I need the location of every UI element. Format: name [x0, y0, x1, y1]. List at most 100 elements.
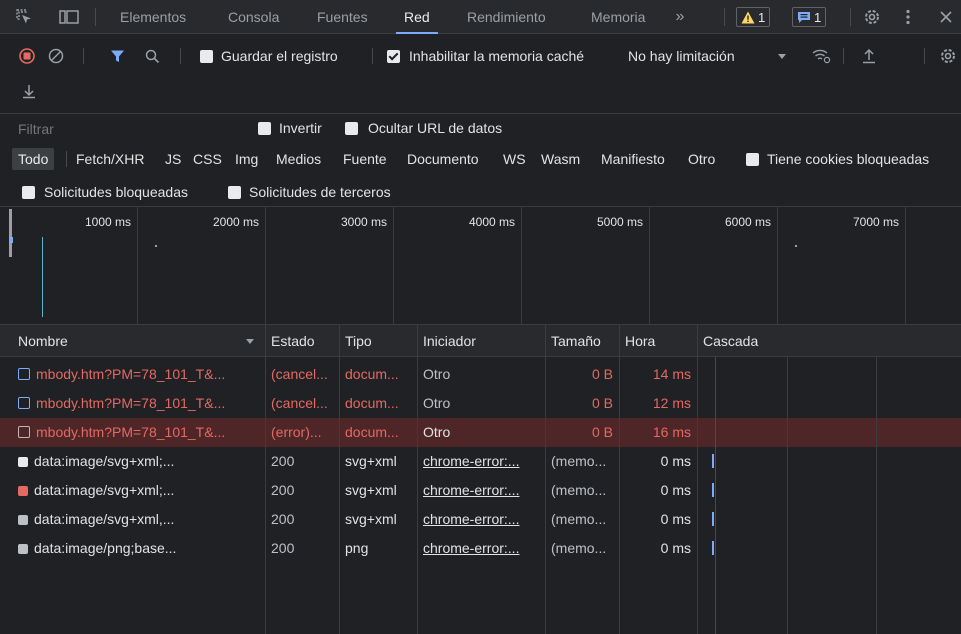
- tab-sources[interactable]: Fuentes: [317, 0, 368, 34]
- message-icon: [798, 11, 810, 23]
- request-name: data:image/svg+xml;...: [34, 453, 175, 469]
- network-settings-gear-icon[interactable]: [938, 46, 958, 66]
- timeline-request-bar: [9, 237, 13, 243]
- table-row[interactable]: data:image/svg+xml;... 200 svg+xml chrom…: [0, 476, 961, 505]
- column-header-type[interactable]: Tipo: [339, 325, 417, 357]
- request-status: 200: [271, 540, 295, 556]
- tab-elements[interactable]: Elementos: [120, 0, 186, 34]
- request-initiator-link[interactable]: chrome-error:...: [417, 447, 545, 476]
- request-initiator: Otro: [423, 395, 451, 411]
- request-type: docum...: [345, 395, 399, 411]
- type-filter-document[interactable]: Documento: [407, 151, 479, 167]
- timeline-tick: 5000 ms: [597, 215, 644, 229]
- preserve-log-checkbox[interactable]: [200, 50, 213, 63]
- search-icon[interactable]: [143, 47, 161, 65]
- tab-performance[interactable]: Rendimiento: [467, 0, 546, 34]
- tab-memory[interactable]: Memoria: [591, 0, 645, 34]
- type-filter-media[interactable]: Medios: [276, 151, 321, 167]
- request-size: (memo...: [551, 482, 607, 498]
- network-toolbar: Guardar el registro Inhabilitar la memor…: [0, 34, 961, 114]
- disable-cache-checkbox[interactable]: [387, 50, 400, 63]
- timeline-overview[interactable]: 1000 ms 2000 ms 3000 ms 4000 ms 5000 ms …: [0, 207, 961, 325]
- table-row[interactable]: mbody.htm?PM=78_101_T&... (cancel... doc…: [0, 360, 961, 389]
- table-row[interactable]: mbody.htm?PM=78_101_T&... (cancel... doc…: [0, 389, 961, 418]
- settings-gear-icon[interactable]: [862, 7, 882, 27]
- column-header-waterfall[interactable]: Cascada: [697, 325, 961, 357]
- request-name: mbody.htm?PM=78_101_T&...: [36, 366, 226, 382]
- column-header-time[interactable]: Hora: [619, 325, 697, 357]
- type-filter-ws[interactable]: WS: [503, 151, 526, 167]
- filter-bar: Invertir Ocultar URL de datos Todo Fetch…: [0, 114, 961, 207]
- table-row[interactable]: data:image/svg+xml,... 200 svg+xml chrom…: [0, 505, 961, 534]
- clear-icon[interactable]: [47, 47, 65, 65]
- request-type: svg+xml: [345, 482, 397, 498]
- blocked-cookies-label: Tiene cookies bloqueadas: [767, 151, 930, 167]
- request-type: docum...: [345, 366, 399, 382]
- export-har-icon[interactable]: [20, 81, 38, 101]
- column-header-initiator[interactable]: Iniciador: [417, 325, 545, 357]
- invert-checkbox[interactable]: [258, 122, 271, 135]
- sort-descending-icon[interactable]: [244, 335, 256, 347]
- more-tabs-icon[interactable]: »: [670, 7, 690, 27]
- hide-data-urls-checkbox[interactable]: [345, 122, 358, 135]
- type-filter-manifest[interactable]: Manifiesto: [601, 151, 665, 167]
- document-icon: [18, 397, 30, 409]
- inspect-element-icon[interactable]: [14, 7, 34, 27]
- devtools-tab-bar: Elementos Consola Fuentes Red Rendimient…: [0, 0, 961, 34]
- column-header-size[interactable]: Tamaño: [545, 325, 619, 357]
- type-filter-img[interactable]: Img: [235, 151, 258, 167]
- import-har-icon[interactable]: [860, 46, 878, 66]
- request-type: docum...: [345, 424, 399, 440]
- tab-console[interactable]: Consola: [228, 0, 279, 34]
- request-name: mbody.htm?PM=78_101_T&...: [36, 395, 226, 411]
- network-conditions-wifi-icon[interactable]: [810, 46, 832, 66]
- column-header-name[interactable]: Nombre: [12, 325, 262, 357]
- timeline-tick: 6000 ms: [725, 215, 772, 229]
- request-name: mbody.htm?PM=78_101_T&...: [36, 424, 226, 440]
- blocked-requests-checkbox[interactable]: [22, 186, 35, 199]
- tab-network[interactable]: Red: [396, 0, 438, 34]
- waterfall-bar: [712, 483, 714, 497]
- type-filter-all[interactable]: Todo: [12, 148, 55, 170]
- record-stop-icon[interactable]: [18, 47, 36, 65]
- more-options-icon[interactable]: [900, 7, 916, 27]
- request-initiator-link[interactable]: chrome-error:...: [417, 476, 545, 505]
- table-row[interactable]: data:image/svg+xml;... 200 svg+xml chrom…: [0, 447, 961, 476]
- timeline-selection-handle[interactable]: [9, 209, 12, 257]
- request-status: 200: [271, 482, 295, 498]
- throttling-select[interactable]: No hay limitación: [628, 48, 735, 64]
- type-filter-font[interactable]: Fuente: [343, 151, 387, 167]
- column-header-status[interactable]: Estado: [265, 325, 339, 357]
- table-row[interactable]: mbody.htm?PM=78_101_T&... (error)... doc…: [0, 418, 961, 447]
- type-filter-other[interactable]: Otro: [688, 151, 715, 167]
- type-filter-wasm[interactable]: Wasm: [541, 151, 580, 167]
- request-time: 0 ms: [660, 540, 691, 556]
- request-time: 0 ms: [660, 453, 691, 469]
- type-filter-fetch-xhr[interactable]: Fetch/XHR: [76, 151, 144, 167]
- preserve-log-label: Guardar el registro: [221, 48, 338, 64]
- request-initiator: Otro: [423, 366, 451, 382]
- type-filter-css[interactable]: CSS: [193, 151, 222, 167]
- blocked-cookies-checkbox[interactable]: [746, 153, 759, 166]
- request-time: 0 ms: [660, 511, 691, 527]
- close-icon[interactable]: [936, 7, 956, 27]
- device-toolbar-icon[interactable]: [58, 7, 80, 27]
- messages-badge[interactable]: 1: [792, 7, 827, 27]
- table-row[interactable]: data:image/png;base... 200 png chrome-er…: [0, 534, 961, 563]
- filter-funnel-icon[interactable]: [108, 47, 126, 65]
- warnings-count: 1: [758, 9, 766, 25]
- third-party-checkbox[interactable]: [228, 186, 241, 199]
- request-name: data:image/svg+xml;...: [34, 482, 175, 498]
- warnings-badge[interactable]: 1: [736, 7, 771, 27]
- type-filter-js[interactable]: JS: [165, 151, 181, 167]
- request-size: 0 B: [591, 424, 613, 440]
- filter-input[interactable]: [10, 118, 240, 140]
- svg-image-icon: [18, 457, 28, 467]
- dropdown-arrow-icon[interactable]: [776, 49, 788, 63]
- request-initiator-link[interactable]: chrome-error:...: [417, 534, 545, 563]
- waterfall-bar: [712, 512, 714, 526]
- request-size: (memo...: [551, 540, 607, 556]
- waterfall-bar: [712, 454, 714, 468]
- request-initiator-link[interactable]: chrome-error:...: [417, 505, 545, 534]
- request-size: 0 B: [591, 395, 613, 411]
